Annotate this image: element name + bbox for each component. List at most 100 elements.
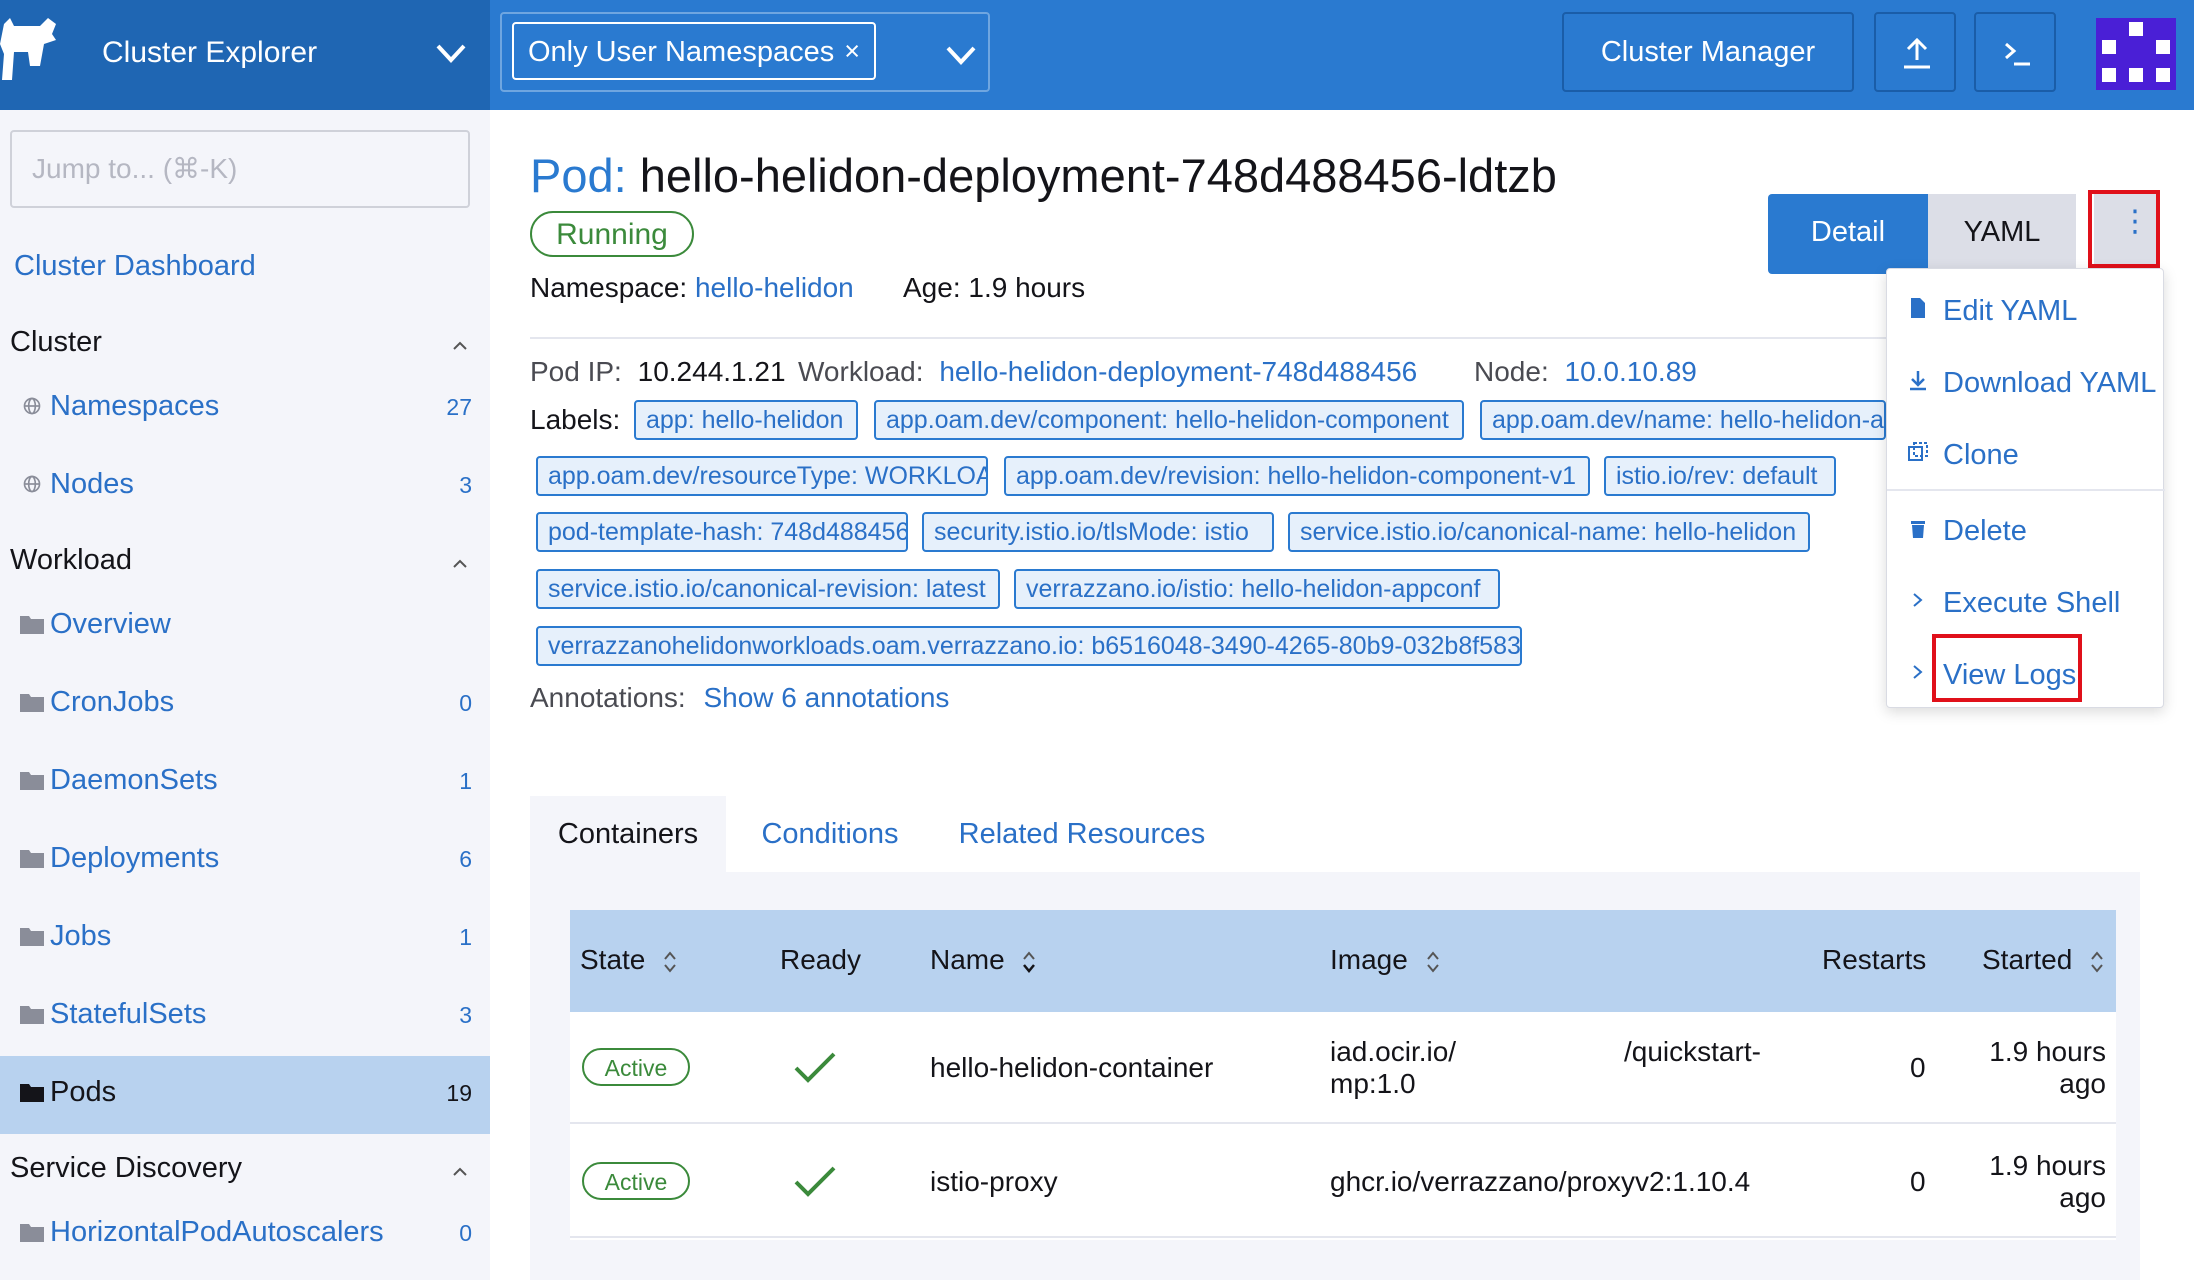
sidebar: Jump to... (⌘-K) Cluster Dashboard Clust… [0,110,490,1280]
avatar[interactable] [2096,18,2176,90]
folder-icon [20,928,44,946]
file-icon [1911,298,1925,318]
workload-label: Workload: [798,356,924,387]
menu-item-label: Clone [1943,439,2019,471]
cluster-manager-button[interactable]: Cluster Manager [1562,12,1854,92]
chevron-up-icon[interactable] [450,1164,470,1178]
sidebar-item-overview[interactable]: Overview [0,588,490,666]
sidebar-item-namespaces[interactable]: Namespaces 27 [0,370,490,448]
table-row[interactable]: Active istio-proxy ghcr.io/verrazzano/pr… [570,1126,2116,1238]
group-workload[interactable]: Workload [10,544,132,577]
folder-icon [20,850,44,868]
tab-containers[interactable]: Containers [530,796,726,872]
globe-icon [23,475,41,493]
menu-item-execute-shell[interactable]: Execute Shell [1887,569,2165,629]
menu-item-delete[interactable]: Delete [1887,497,2165,557]
namespace-link[interactable]: hello-helidon [695,272,854,303]
chevron-up-icon[interactable] [450,338,470,352]
check-icon [794,1166,836,1197]
sidebar-item-cronjobs[interactable]: CronJobs 0 [0,666,490,744]
namespace-chip: Only User Namespaces × [512,22,876,80]
sidebar-item-count: 6 [459,846,472,872]
pod-ip-label: Pod IP: [530,356,622,387]
folder-icon [20,772,44,790]
resource-kind: Pod: [530,149,627,202]
column-image[interactable]: Image [1330,944,1440,976]
sidebar-item-nodes[interactable]: Nodes 3 [0,448,490,526]
sidebar-item-count: 27 [446,394,472,420]
label-tag: security.istio.io/tlsMode: istio [922,512,1274,552]
sidebar-item-label: StatefulSets [50,998,207,1030]
jump-to-input[interactable]: Jump to... (⌘-K) [10,130,470,208]
annotations-meta: Annotations: Show 6 annotations [530,682,949,714]
sidebar-item-deployments[interactable]: Deployments 6 [0,822,490,900]
menu-item-label: Edit YAML [1943,295,2078,327]
state-badge: Active [582,1048,690,1086]
show-annotations-link[interactable]: Show 6 annotations [703,682,949,713]
clone-icon [1908,442,1928,461]
sidebar-item-hpa[interactable]: HorizontalPodAutoscalers 0 [0,1196,490,1274]
age-meta: Age: 1.9 hours [903,272,1085,304]
container-restarts: 0 [1910,1052,1926,1083]
namespace-filter[interactable]: Only User Namespaces × [500,12,990,92]
node-label: Node: [1474,356,1549,387]
containers-table: State Ready Name Image Restarts Started … [570,910,2116,1240]
sidebar-item-label: Jobs [50,920,112,952]
detail-toggle[interactable]: Detail [1768,194,1928,274]
sort-icon [1023,951,1036,973]
container-started-line1: 1.9 hours [1989,1036,2106,1067]
column-name[interactable]: Name [930,944,1036,976]
workload-link[interactable]: hello-helidon-deployment-748d488456 [939,356,1417,387]
pod-ip-value: 10.244.1.21 [637,356,786,387]
chevron-down-icon[interactable] [944,42,978,68]
sidebar-item-count: 3 [459,472,472,498]
container-started-line1: 1.9 hours [1989,1150,2106,1181]
group-service-discovery[interactable]: Service Discovery [10,1152,242,1185]
container-restarts: 0 [1910,1166,1926,1197]
sidebar-item-daemonsets[interactable]: DaemonSets 1 [0,744,490,822]
table-row[interactable]: Active hello-helidon-container iad.ocir.… [570,1012,2116,1124]
column-started[interactable]: Started [1982,944,2104,976]
label-tag: istio.io/rev: default [1604,456,1836,496]
chevron-up-icon[interactable] [450,556,470,570]
sidebar-item-count: 0 [459,690,472,716]
column-state[interactable]: State [580,944,677,976]
close-icon[interactable]: × [844,36,860,67]
app-root: Cluster Explorer Only User Namespaces × … [0,0,2194,1280]
folder-icon [20,1224,44,1242]
age-value: 1.9 hours [968,272,1086,303]
label-tag: app.oam.dev/revision: hello-helidon-comp… [1004,456,1590,496]
menu-item-edit-yaml[interactable]: Edit YAML [1887,277,2165,337]
menu-item-clone[interactable]: Clone [1887,421,2165,481]
sidebar-item-count: 3 [459,1002,472,1028]
menu-divider [1887,489,2165,491]
node-link[interactable]: 10.0.10.89 [1565,356,1697,387]
sidebar-item-label: CronJobs [50,686,175,718]
import-yaml-button[interactable] [1874,12,1956,92]
menu-item-download-yaml[interactable]: Download YAML [1887,349,2165,409]
highlight-kebab [2088,190,2160,268]
tab-related-resources[interactable]: Related Resources [932,796,1232,872]
tab-conditions[interactable]: Conditions [742,796,918,872]
app-title: Cluster Explorer [102,36,318,69]
cluster-dashboard-link[interactable]: Cluster Dashboard [14,250,256,283]
sort-icon [664,951,676,973]
sidebar-item-count: 19 [446,1080,472,1106]
cluster-switcher[interactable]: Cluster Explorer [0,0,490,110]
download-icon [1910,371,1926,391]
sidebar-item-label: HorizontalPodAutoscalers [50,1216,384,1248]
label-tag: service.istio.io/canonical-name: hello-h… [1288,512,1810,552]
trash-icon [1911,521,1925,538]
sidebar-item-pods[interactable]: Pods 19 [0,1056,490,1134]
chevron-down-icon[interactable] [434,40,468,66]
kubectl-shell-button[interactable] [1974,12,2056,92]
group-cluster[interactable]: Cluster [10,326,102,359]
label-tag: app.oam.dev/name: hello-helidon-a [1480,400,1886,440]
yaml-toggle[interactable]: YAML [1928,194,2076,274]
folder-icon [20,694,44,712]
menu-item-label: Download YAML [1943,367,2157,399]
sidebar-item-statefulsets[interactable]: StatefulSets 3 [0,978,490,1056]
namespace-meta: Namespace: hello-helidon [530,272,854,304]
label-tag: app.oam.dev/component: hello-helidon-com… [874,400,1464,440]
sidebar-item-jobs[interactable]: Jobs 1 [0,900,490,978]
